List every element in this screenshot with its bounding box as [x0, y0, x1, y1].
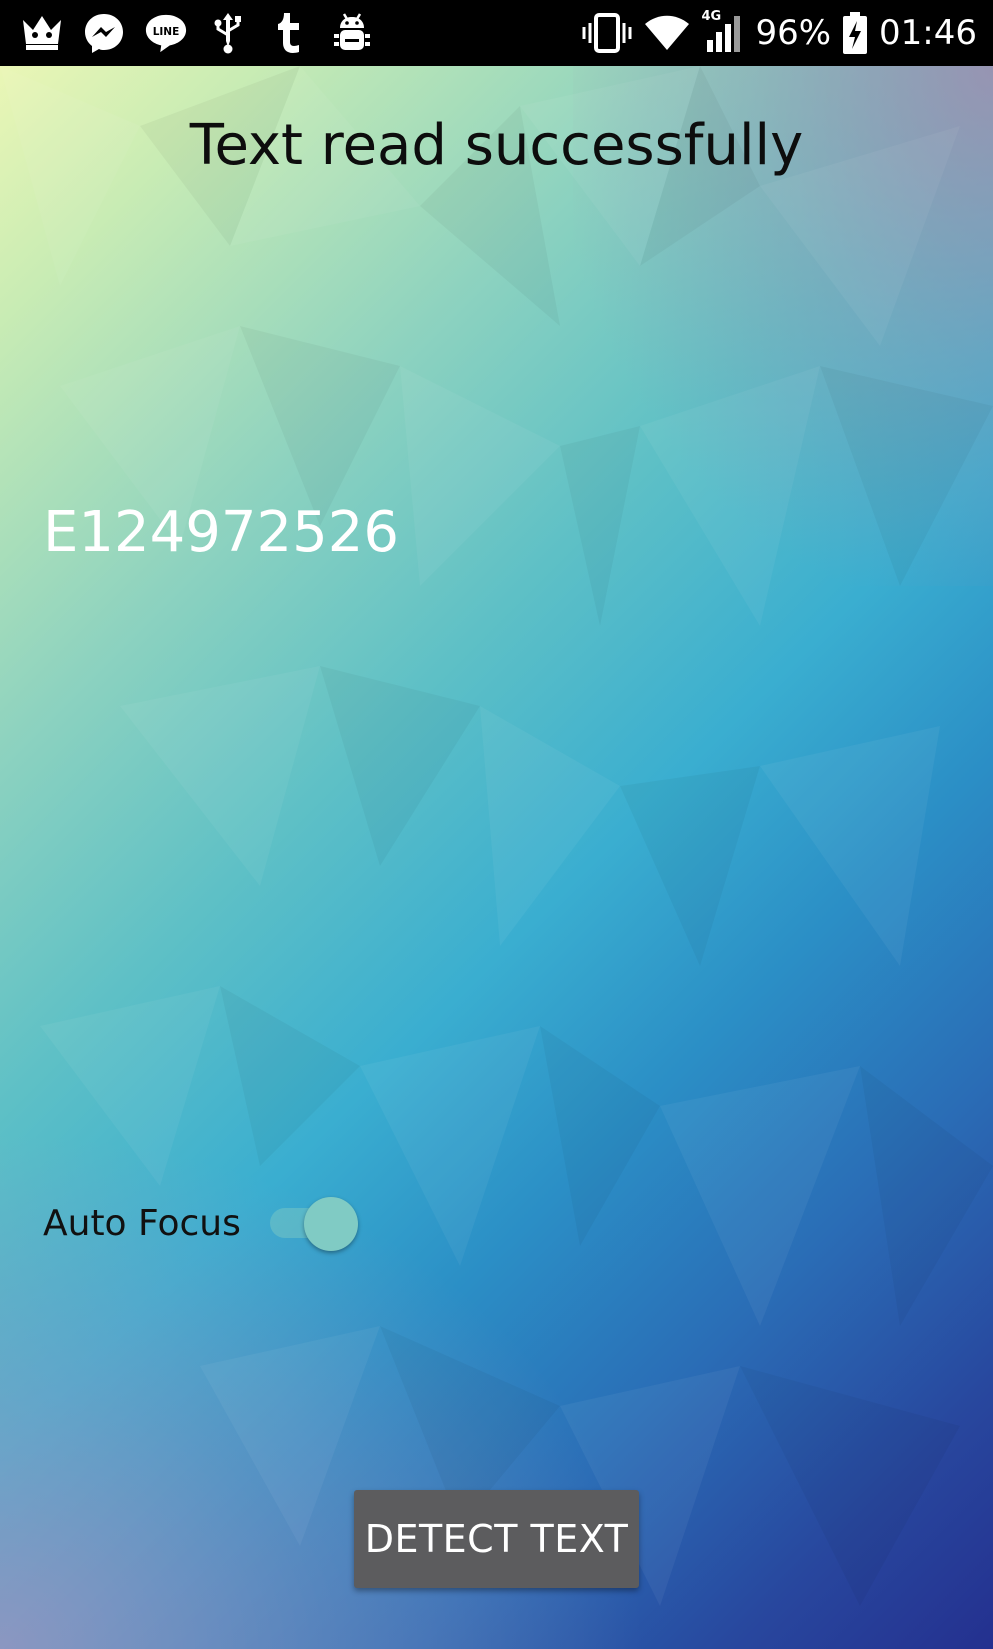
wifi-icon: [643, 11, 691, 55]
crown-icon: [20, 11, 64, 55]
tumblr-icon: [268, 11, 312, 55]
usb-icon: [206, 11, 250, 55]
detected-text-result: E124972526: [43, 500, 400, 565]
battery-charging-icon: [841, 11, 869, 55]
android-debug-icon: [330, 11, 374, 55]
low-poly-background: [0, 66, 993, 1606]
messenger-icon: [82, 11, 126, 55]
svg-text:LINE: LINE: [153, 26, 180, 38]
system-icons: 4G 96% 01:46: [581, 8, 977, 58]
auto-focus-label: Auto Focus: [43, 1203, 241, 1244]
network-type-label: 4G: [701, 9, 722, 24]
line-icon: LINE: [144, 11, 188, 55]
notification-icons: LINE: [20, 9, 374, 57]
auto-focus-switch[interactable]: [266, 1197, 360, 1251]
switch-thumb[interactable]: [304, 1197, 358, 1251]
clock: 01:46: [879, 13, 977, 53]
signal-icon: 4G: [701, 9, 745, 55]
status-title: Text read successfully: [189, 113, 804, 178]
status-bar: LINE 4G 96% 01:46: [0, 0, 993, 66]
vibrate-icon: [581, 11, 633, 55]
battery-percentage: 96%: [755, 13, 832, 53]
app-screen: LINE 4G 96% 01:46 Text read successfully…: [0, 0, 993, 1649]
detect-text-button[interactable]: DETECT TEXT: [354, 1490, 639, 1588]
